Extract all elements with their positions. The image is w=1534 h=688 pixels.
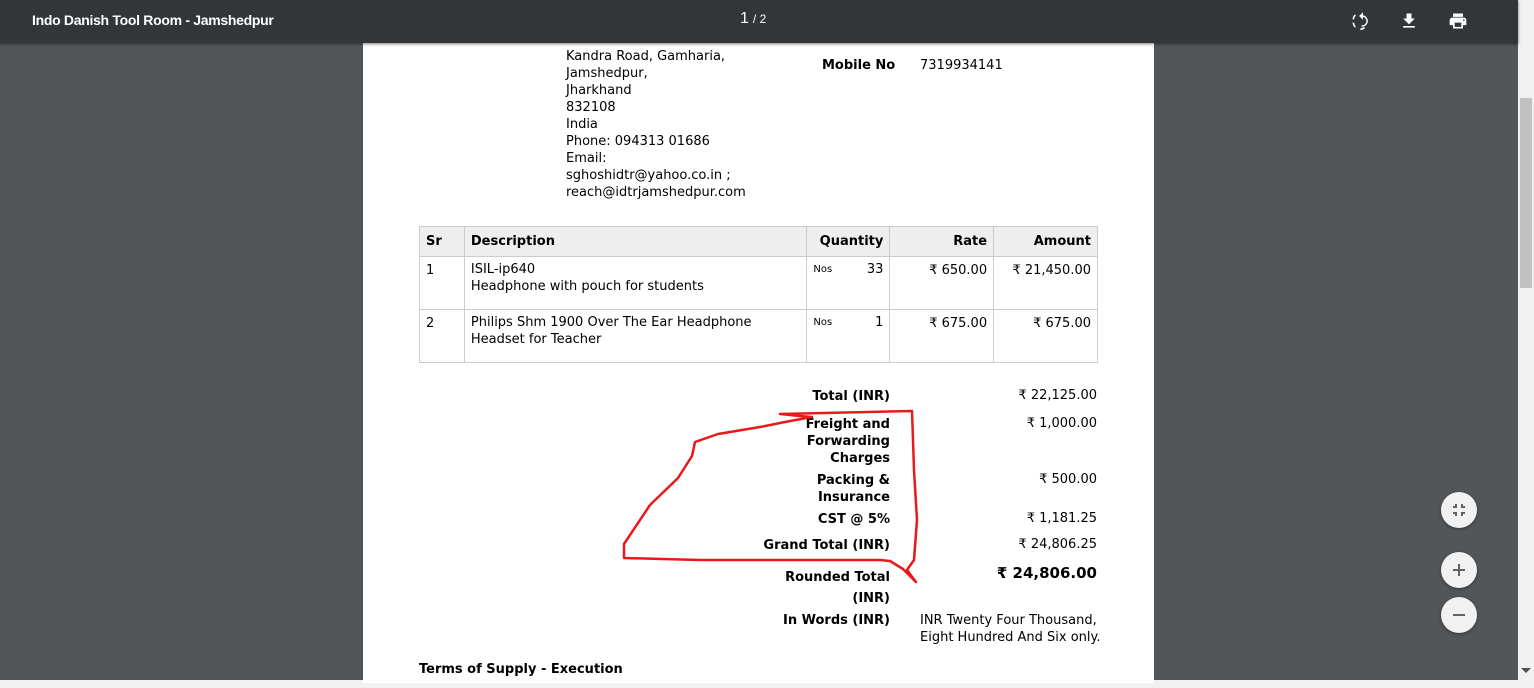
pdf-toolbar: Indo Danish Tool Room - Jamshedpur 1/ 2 <box>0 0 1518 43</box>
header-rate: Rate <box>889 226 995 257</box>
packing-label-line: Insurance <box>817 490 890 505</box>
zoom-in-icon <box>1453 564 1465 576</box>
pdf-page: Kandra Road, Gamharia, Jamshedpur, Jhark… <box>363 43 1154 683</box>
freight-label-line: Forwarding <box>806 434 890 449</box>
scrollbar-thumb[interactable] <box>1520 98 1532 288</box>
address-line: Jamshedpur, <box>566 66 648 81</box>
address-line: Kandra Road, Gamharia, <box>566 49 726 64</box>
line-items-table: Sr Description Quantity Rate Amount 1 IS… <box>419 226 1098 363</box>
words-line: Eight Hundred And Six only. <box>920 630 1101 645</box>
freight-label-line: Charges <box>830 451 890 466</box>
zoom-in-button[interactable] <box>1441 552 1477 588</box>
words-line: INR Twenty Four Thousand, <box>920 613 1097 628</box>
header-sr: Sr <box>419 226 465 257</box>
address-line: reach@idtrjamshedpur.com <box>566 185 746 200</box>
amount-in-words: INR Twenty Four Thousand, Eight Hundred … <box>920 612 1100 646</box>
cst-label: CST @ 5% <box>817 512 890 527</box>
rounded-label-line: Rounded Total <box>785 570 890 585</box>
address-line: Phone: 094313 01686 <box>566 134 710 149</box>
zoom-out-button[interactable] <box>1441 597 1477 633</box>
cell-amount: ₹ 21,450.00 <box>993 256 1098 310</box>
freight-label-line: Freight and <box>805 417 890 432</box>
terms-heading: Terms of Supply - Execution <box>419 662 623 677</box>
rotate-icon[interactable] <box>1350 11 1370 31</box>
total-value: ₹ 22,125.00 <box>1018 388 1097 403</box>
rounded-total-label: Rounded Total (INR) <box>785 567 890 609</box>
cell-rate: ₹ 650.00 <box>889 256 995 310</box>
grand-total-label: Grand Total (INR) <box>763 538 890 553</box>
scroll-down-arrow-icon[interactable] <box>1521 668 1531 673</box>
cell-amount: ₹ 675.00 <box>993 309 1098 363</box>
quantity-unit: Nos <box>813 317 833 328</box>
fit-page-button[interactable] <box>1441 492 1477 528</box>
mobile-label: Mobile No <box>822 58 896 73</box>
address-line: Jharkhand <box>566 83 632 98</box>
cst-value: ₹ 1,181.25 <box>1026 511 1097 526</box>
cell-sr: 2 <box>419 309 465 363</box>
address-line: Email: <box>566 151 607 166</box>
document-title: Indo Danish Tool Room - Jamshedpur <box>32 12 274 28</box>
current-page[interactable]: 1 <box>740 10 749 27</box>
table-header-row: Sr Description Quantity Rate Amount <box>419 226 1098 257</box>
cell-sr: 1 <box>419 256 465 310</box>
total-label: Total (INR) <box>812 389 890 404</box>
header-quantity: Quantity <box>806 226 891 257</box>
address-line: 832108 <box>566 100 616 115</box>
rounded-label-line: (INR) <box>852 591 890 606</box>
mobile-value: 7319934141 <box>920 58 1003 73</box>
packing-label-line: Packing & <box>816 473 890 488</box>
address-line: sghoshidtr@yahoo.co.in ; <box>566 168 731 183</box>
header-description: Description <box>463 226 808 257</box>
quantity-unit: Nos <box>813 264 833 275</box>
fit-page-icon <box>1453 504 1465 516</box>
address-line: India <box>566 117 598 132</box>
cell-description: ISIL-ip640 Headphone with pouch for stud… <box>463 256 808 310</box>
zoom-out-icon <box>1453 614 1465 616</box>
words-label: In Words (INR) <box>782 613 890 628</box>
page-total: / 2 <box>752 12 767 26</box>
print-icon[interactable] <box>1448 11 1468 31</box>
cell-rate: ₹ 675.00 <box>889 309 995 363</box>
rounded-total-value: ₹ 24,806.00 <box>996 564 1097 582</box>
grand-total-value: ₹ 24,806.25 <box>1018 537 1097 552</box>
item-detail: Headphone with pouch for students <box>470 279 704 294</box>
table-row: 1 ISIL-ip640 Headphone with pouch for st… <box>419 256 1098 310</box>
freight-value: ₹ 1,000.00 <box>1026 416 1097 431</box>
packing-label: Packing & Insurance <box>817 472 890 506</box>
cell-quantity: Nos 1 <box>806 309 891 363</box>
cell-description: Philips Shm 1900 Over The Ear Headphone … <box>463 309 808 363</box>
item-detail: Headset for Teacher <box>470 332 602 347</box>
page-indicator: 1/ 2 <box>740 10 766 28</box>
table-row: 2 Philips Shm 1900 Over The Ear Headphon… <box>419 309 1098 363</box>
supplier-address: Kandra Road, Gamharia, Jamshedpur, Jhark… <box>566 48 746 201</box>
freight-label: Freight and Forwarding Charges <box>806 416 890 467</box>
header-amount: Amount <box>993 226 1098 257</box>
download-icon[interactable] <box>1399 11 1419 31</box>
packing-value: ₹ 500.00 <box>1039 472 1097 487</box>
cell-quantity: Nos 33 <box>806 256 891 310</box>
